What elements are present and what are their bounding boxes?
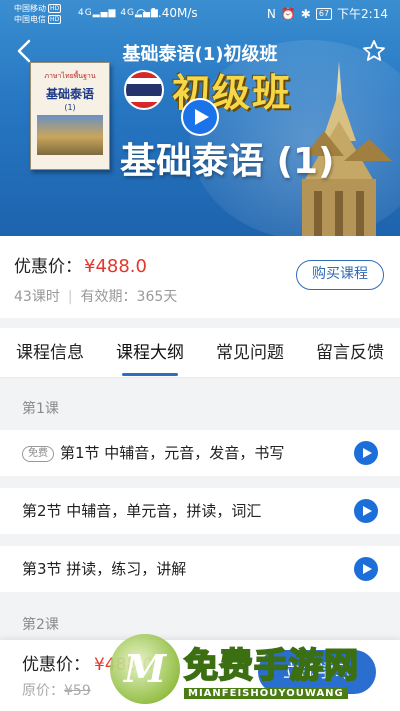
price-line: 优惠价： ¥488.0 [14, 252, 147, 277]
discount-price: ¥488.0 [94, 655, 154, 675]
tab-course-outline[interactable]: 课程大纲 [112, 328, 188, 378]
nav-bar: 基础泰语(1)初级班 [0, 30, 400, 74]
discount-price: ¥488.0 [84, 256, 147, 277]
tab-feedback[interactable]: 留言反馈 [312, 328, 388, 378]
lesson-row[interactable]: 免费 第1节 中辅音，元音，发音，书写 [0, 430, 400, 476]
carrier-1: 中国移动 [14, 4, 46, 13]
alarm-icon: ⏰ [280, 6, 296, 21]
hd-badge: HD [48, 15, 62, 24]
nfc-icon: N [266, 6, 276, 21]
play-icon[interactable] [354, 499, 378, 523]
battery-icon: 67 [315, 7, 333, 20]
tab-faq[interactable]: 常见问题 [212, 328, 288, 378]
textbook-cover: ภาษาไทยพื้นฐาน 基础泰语 (1) [30, 62, 110, 170]
validity: 有效期：365天 [80, 289, 178, 305]
start-study-button[interactable]: 立即学习 [258, 650, 376, 694]
tab-bar: 课程信息 课程大纲 常见问题 留言反馈 [0, 328, 400, 378]
wifi-icon: ◠ [136, 6, 151, 20]
wifi-speed: ◠ 1.40M/s [136, 6, 198, 20]
unit-label: 第2课 [22, 617, 59, 633]
thai-flag-icon [124, 70, 164, 110]
lesson-title: 第3节 拼读，练习，讲解 [22, 560, 187, 578]
clock: 下午2:14 [337, 7, 388, 21]
unit-label: 第1课 [22, 401, 59, 417]
page-title: 基础泰语(1)初级班 [122, 44, 278, 65]
lesson-row[interactable]: 第3节 拼读，练习，讲解 [0, 546, 400, 592]
price-label: 优惠价： [14, 257, 82, 277]
play-video-icon[interactable] [181, 98, 219, 136]
free-badge: 免费 [22, 446, 54, 462]
bottom-price: 优惠价： ¥488.0 [22, 650, 153, 675]
original-price-label: 原价： [22, 683, 64, 699]
original-price: 原价：¥59 [22, 680, 91, 700]
lesson-count: 43课时 [14, 289, 60, 305]
hd-badge: HD [48, 4, 62, 13]
carrier-2: 中国电信 [14, 15, 46, 24]
book-title: 基础泰语 [45, 87, 94, 101]
original-price-value: ¥59 [64, 683, 91, 699]
price-section: 优惠价： ¥488.0 43课时 | 有效期：365天 购买课程 [0, 236, 400, 318]
play-icon[interactable] [354, 441, 378, 465]
book-volume: (1) [64, 103, 76, 112]
play-icon[interactable] [354, 557, 378, 581]
buy-course-button[interactable]: 购买课程 [296, 260, 384, 290]
price-label: 优惠价： [22, 655, 90, 675]
status-bar: 中国移动 HD 中国电信 HD 4G▂▄▆ 4G▂▄▆ ◠ 1.40M/s N ⏰ … [0, 0, 400, 28]
tab-course-info[interactable]: 课程信息 [12, 328, 88, 378]
lesson-title: 第1节 中辅音，元音，发音，书写 [60, 444, 285, 462]
banner-subline: 基础泰语 (1) [120, 141, 335, 182]
lesson-title: 第2节 中辅音，单元音，拼读，词汇 [22, 502, 262, 520]
lesson-row[interactable]: 第2节 中辅音，单元音，拼读，词汇 [0, 488, 400, 534]
carrier-info: 中国移动 HD 中国电信 HD [14, 3, 62, 25]
divider: | [67, 289, 73, 305]
bluetooth-icon: ✱ [300, 6, 311, 21]
book-photo [37, 115, 103, 155]
bottom-bar: 优惠价： ¥488.0 原价：¥59 立即学习 [0, 640, 400, 711]
status-right: N ⏰ ✱ 67 下午2:14 [267, 5, 388, 22]
course-meta: 43课时 | 有效期：365天 [14, 286, 177, 306]
star-icon[interactable] [362, 39, 386, 63]
